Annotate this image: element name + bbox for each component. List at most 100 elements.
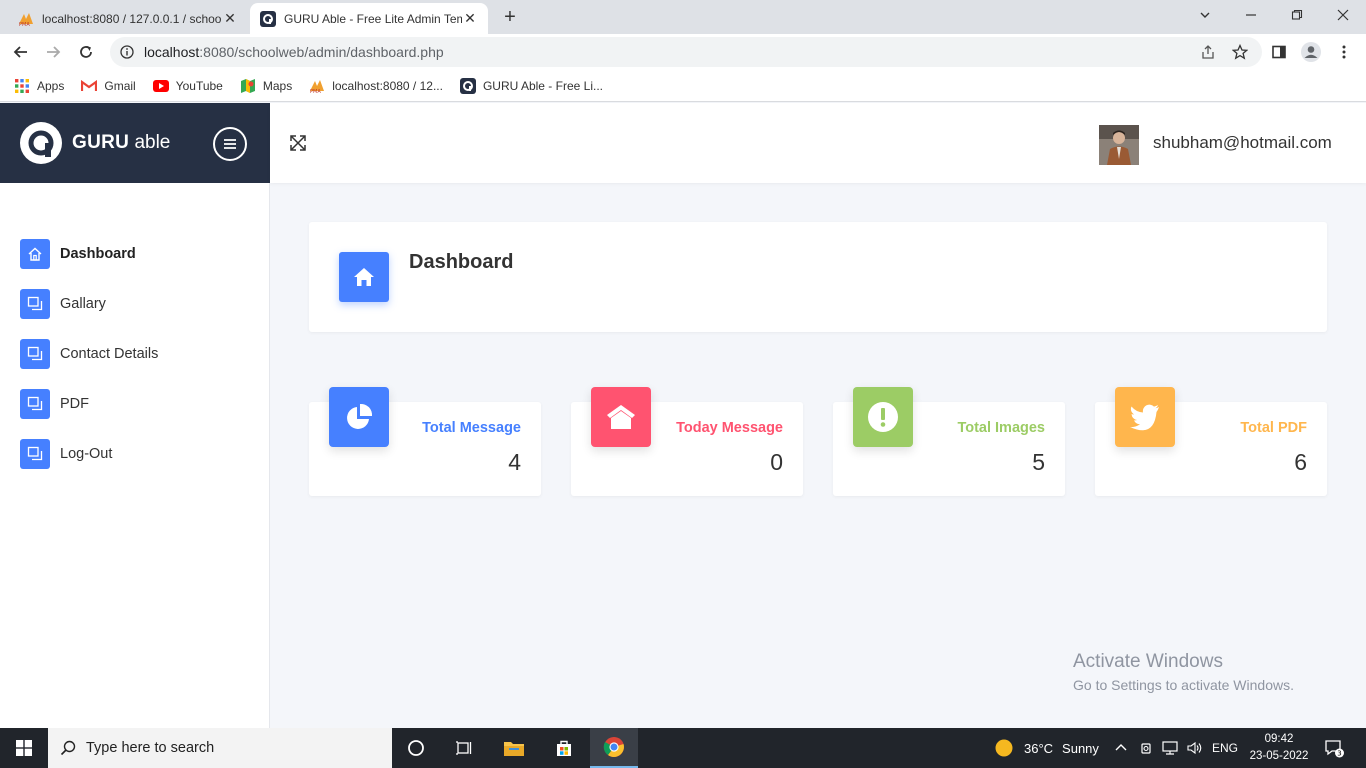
restore-icon[interactable] <box>1274 0 1320 30</box>
sidebar-item-label: Log-Out <box>60 446 113 462</box>
guru-able-icon <box>260 10 276 27</box>
bookmark-maps[interactable]: Maps <box>240 78 292 94</box>
weather-widget[interactable]: 36°C Sunny <box>994 728 1099 768</box>
tab-guru-able[interactable]: GURU Able - Free Lite Admin Tem ✕ <box>250 3 488 34</box>
notification-count: 3 <box>1337 750 1341 758</box>
home-icon <box>339 252 389 302</box>
browser-toolbar: localhost:8080/schoolweb/admin/dashboard… <box>0 34 1366 70</box>
youtube-icon <box>152 78 169 94</box>
guru-able-icon <box>459 77 476 94</box>
weather-temperature: 36°C <box>1024 740 1054 756</box>
stat-card-today-message: Today Message 0 <box>571 387 803 496</box>
tab-close-icon[interactable]: ✕ <box>462 10 478 27</box>
profile-icon[interactable] <box>1298 39 1324 65</box>
search-placeholder: Type here to search <box>86 740 215 756</box>
bookmark-star-icon[interactable] <box>1227 39 1253 65</box>
top-header: shubham@hotmail.com <box>270 103 1366 183</box>
sidebar-item-dashboard[interactable]: Dashboard <box>20 239 136 269</box>
forward-arrow-icon[interactable] <box>40 39 66 65</box>
sidebar-item-label: PDF <box>60 396 89 412</box>
watermark-subtitle: Go to Settings to activate Windows. <box>1073 677 1294 693</box>
home-icon <box>591 387 651 447</box>
maps-icon <box>240 78 256 94</box>
bookmark-label: localhost:8080 / 12... <box>332 78 443 93</box>
site-info-icon[interactable] <box>120 45 134 59</box>
brand-name-light: able <box>134 132 171 153</box>
stat-card-total-images: Total Images 5 <box>833 387 1065 496</box>
bookmark-label: Maps <box>262 78 293 93</box>
side-panel-icon[interactable] <box>1266 39 1292 65</box>
phpmyadmin-icon: PMA <box>19 12 33 27</box>
stat-label: Total Message <box>422 420 521 436</box>
stat-label: Today Message <box>676 420 783 436</box>
network-icon[interactable] <box>1161 728 1179 768</box>
reload-icon[interactable] <box>73 39 99 65</box>
bookmarks-bar: Apps Gmail YouTube Maps PMA localhost:80… <box>0 70 1366 102</box>
brand-name-bold: GURU <box>72 132 130 153</box>
back-arrow-icon[interactable] <box>8 39 34 65</box>
address-bar[interactable]: localhost:8080/schoolweb/admin/dashboard… <box>110 37 1262 67</box>
sun-icon <box>995 739 1013 757</box>
weather-condition: Sunny <box>1062 740 1099 756</box>
minimize-icon[interactable] <box>1228 0 1274 30</box>
clock-date: 23-05-2022 <box>1249 750 1309 762</box>
tab-title: GURU Able - Free Lite Admin Tem <box>284 11 462 26</box>
pdf-icon <box>20 389 50 419</box>
logout-icon <box>20 439 50 469</box>
meet-now-icon[interactable] <box>1139 728 1153 768</box>
language-indicator[interactable]: ENG <box>1212 728 1238 768</box>
bookmark-gmail[interactable]: Gmail <box>81 78 136 94</box>
phpmyadmin-icon: PMA <box>309 78 325 94</box>
gallery-icon <box>20 289 50 319</box>
user-email[interactable]: shubham@hotmail.com <box>1153 133 1332 153</box>
browser-tab-strip: PMA localhost:8080 / 127.0.0.1 / schoo ✕… <box>0 0 1366 34</box>
task-view-icon[interactable] <box>440 728 488 768</box>
windows-taskbar: Type here to search 36°C Sunny ENG 09:42… <box>0 728 1366 768</box>
stat-card-total-pdf: Total PDF 6 <box>1095 387 1327 496</box>
contact-icon <box>20 339 50 369</box>
sidebar-item-label: Contact Details <box>60 346 159 362</box>
sidebar-toggle-button[interactable] <box>213 127 247 161</box>
cortana-icon[interactable] <box>392 728 440 768</box>
brand-name: GURU able <box>72 132 170 154</box>
windows-logo-icon <box>16 740 32 756</box>
address-url[interactable]: localhost:8080/schoolweb/admin/dashboard… <box>144 44 444 60</box>
tab-close-icon[interactable]: ✕ <box>222 10 238 27</box>
microsoft-store-icon[interactable] <box>540 728 588 768</box>
close-window-icon[interactable] <box>1320 0 1366 30</box>
bookmark-guru-able[interactable]: GURU Able - Free Li... <box>459 77 603 94</box>
admin-app: GURU able shubham@hotmail.com Dashboard … <box>0 103 1366 728</box>
sidebar-item-contact-details[interactable]: Contact Details <box>20 339 158 369</box>
sidebar-item-pdf[interactable]: PDF <box>20 389 89 419</box>
taskbar-search-box[interactable]: Type here to search <box>48 728 392 768</box>
sidebar-item-label: Dashboard <box>60 246 136 262</box>
bookmark-youtube[interactable]: YouTube <box>152 78 223 94</box>
fullscreen-expand-icon[interactable] <box>288 133 308 153</box>
volume-icon[interactable] <box>1186 728 1204 768</box>
guru-able-logo-icon[interactable] <box>20 122 62 164</box>
show-hidden-icons-chevron-up-icon[interactable] <box>1114 728 1128 768</box>
gmail-icon <box>81 78 98 94</box>
taskbar-clock[interactable]: 09:42 23-05-2022 <box>1248 731 1310 765</box>
user-avatar[interactable] <box>1099 125 1139 165</box>
brand-bar: GURU able <box>0 103 270 183</box>
bookmark-label: Apps <box>37 78 65 93</box>
menu-kebab-icon[interactable] <box>1331 39 1357 65</box>
new-tab-button[interactable]: + <box>498 6 522 28</box>
page-title: Dashboard <box>409 251 514 273</box>
tab-search-chevron-down-icon[interactable] <box>1182 0 1228 30</box>
sidebar-item-log-out[interactable]: Log-Out <box>20 439 112 469</box>
watermark-title: Activate Windows <box>1073 651 1223 672</box>
windows-start-button[interactable] <box>0 728 48 768</box>
share-icon[interactable] <box>1195 39 1221 65</box>
search-icon <box>60 740 76 756</box>
alert-icon <box>853 387 913 447</box>
bookmark-apps[interactable]: Apps <box>14 78 64 94</box>
sidebar-item-gallary[interactable]: Gallary <box>20 289 106 319</box>
stat-label: Total Images <box>957 420 1045 436</box>
bookmark-phpmyadmin[interactable]: PMA localhost:8080 / 12... <box>309 78 443 94</box>
file-explorer-icon[interactable] <box>490 728 538 768</box>
tab-phpmyadmin[interactable]: PMA localhost:8080 / 127.0.0.1 / schoo ✕ <box>8 3 248 34</box>
chrome-taskbar-icon[interactable] <box>590 728 638 768</box>
notification-center-icon[interactable]: 3 <box>1324 728 1344 768</box>
